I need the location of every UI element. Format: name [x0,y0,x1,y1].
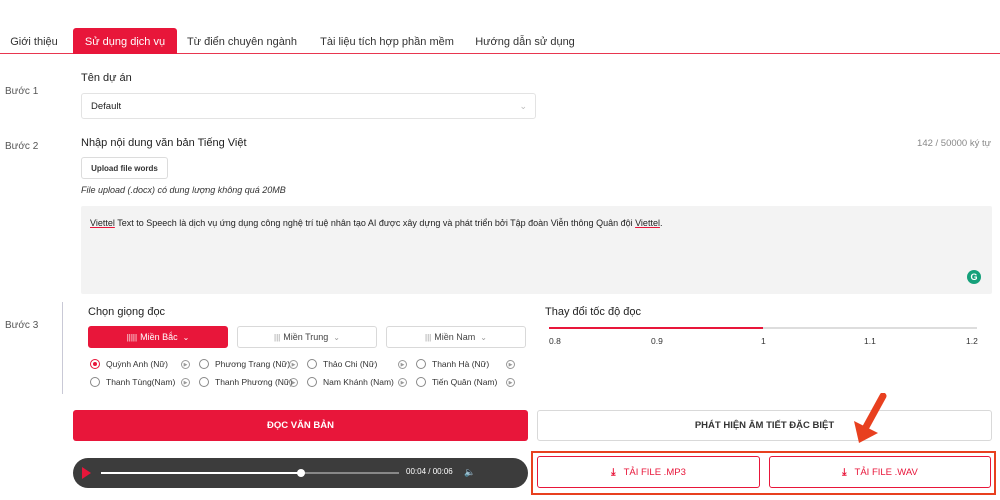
voice-name: Thanh Tùng(Nam) [106,377,176,387]
download-icon: ⤓ [842,467,847,478]
speed-tick: 1.2 [966,336,978,346]
voice-name: Quỳnh Anh (Nữ) [106,359,168,369]
content-label: Nhập nội dung văn bản Tiếng Việt [81,137,247,149]
voice-name: Thanh Hà (Nữ) [432,359,490,369]
radio-button[interactable] [307,359,317,369]
volume-icon[interactable]: 🔈 [464,467,475,478]
tab-tu-dien-chuyen-nganh[interactable]: Từ điển chuyên ngành [182,28,302,54]
play-sample-icon[interactable]: ▶ [398,360,407,369]
speed-tick: 0.8 [549,336,561,346]
text-word-viettel-1: Viettel [90,218,115,228]
step-divider [62,302,63,394]
upload-file-button[interactable]: Upload file words [81,157,168,179]
play-sample-icon[interactable]: ▶ [289,378,298,387]
grammarly-icon[interactable]: G [967,270,981,284]
voice-name: Nam Khánh (Nam) [323,377,394,387]
step-2-label: Bước 2 [5,141,39,152]
tab-tai-lieu-tich-hop[interactable]: Tài liệu tích hợp phần mềm [313,28,461,54]
voice-name: Thanh Phương (Nữ) [215,377,293,387]
step-3-label: Bước 3 [5,320,39,331]
radio-button[interactable] [416,359,426,369]
voice-label: Chọn giọng đọc [88,306,166,318]
sound-wave-icon: ||| [274,333,281,342]
radio-button[interactable] [90,359,100,369]
download-mp3-button[interactable]: ⤓ TẢI FILE .MP3 [537,456,760,488]
play-sample-icon[interactable]: ▶ [506,360,515,369]
radio-button[interactable] [90,377,100,387]
download-wav-label: TẢI FILE .WAV [854,467,918,478]
project-name-label: Tên dự án [81,72,132,84]
radio-button[interactable] [199,359,209,369]
region-mien-trung-button[interactable]: ||| Miền Trung ⌄ [237,326,377,348]
play-sample-icon[interactable]: ▶ [289,360,298,369]
radio-button[interactable] [199,377,209,387]
text-end: . [659,218,663,228]
annotation-arrow-icon [854,393,887,443]
audio-progress-knob[interactable] [296,469,305,477]
chevron-down-icon: ⌄ [519,101,527,111]
region-mien-bac-label: Miền Bắc [140,332,178,342]
play-sample-icon[interactable]: ▶ [506,378,515,387]
play-sample-icon[interactable]: ▶ [181,378,190,387]
main-nav-tabs: Giới thiệu Sử dụng dịch vụ Từ điển chuyê… [0,28,1000,54]
speed-label: Thay đổi tốc độ đọc [545,306,642,318]
step-1-label: Bước 1 [5,86,39,97]
radio-button[interactable] [416,377,426,387]
current-time: 00:04 [406,467,427,476]
tab-huong-dan-su-dung[interactable]: Hướng dẫn sử dụng [470,28,580,54]
region-mien-nam-label: Miền Nam [434,332,476,342]
duration: 00:06 [432,467,453,476]
speed-slider-fill [549,327,763,329]
audio-time: 00:04 / 00:06 [406,467,453,476]
upload-note: File upload (.docx) có dung lượng không … [81,185,286,195]
sound-wave-icon: ||||| [126,333,138,342]
download-wav-button[interactable]: ⤓ TẢI FILE .WAV [769,456,991,488]
download-icon: ⤓ [611,467,616,478]
chevron-down-icon: ⌄ [480,333,487,342]
speed-tick: 0.9 [651,336,663,346]
region-mien-nam-button[interactable]: ||| Miền Nam ⌄ [386,326,526,348]
character-counter: 142 / 50000 ký tự [917,138,991,149]
sound-wave-icon: ||| [425,333,432,342]
speed-tick: 1.1 [864,336,876,346]
speed-slider[interactable] [549,327,977,329]
text-body: Text to Speech là dịch vụ ứng dụng công … [114,218,636,228]
voice-name: Tiến Quân (Nam) [432,377,498,387]
play-sample-icon[interactable]: ▶ [398,378,407,387]
text-word-viettel-2: Viettel [635,218,660,228]
play-icon[interactable] [82,467,91,479]
play-sample-icon[interactable]: ▶ [181,360,190,369]
speed-tick: 1 [761,336,766,346]
read-text-button[interactable]: ĐỌC VĂN BẢN [73,410,528,441]
region-mien-bac-button[interactable]: ||||| Miền Bắc ⌄ [88,326,228,348]
chevron-down-icon: ⌄ [182,333,190,342]
project-select-value: Default [91,101,122,112]
download-mp3-label: TẢI FILE .MP3 [623,467,686,478]
audio-player: 00:04 / 00:06 🔈 [73,458,528,488]
audio-progress-bar[interactable] [101,472,399,474]
project-select[interactable]: Default ⌄ [81,93,536,119]
detect-syllables-button[interactable]: PHÁT HIỆN ÂM TIẾT ĐẶC BIỆT [537,410,992,441]
chevron-down-icon: ⌄ [333,333,340,342]
tab-gioi-thieu[interactable]: Giới thiệu [0,28,68,54]
audio-progress-fill [101,472,301,474]
voice-name: Phương Trang (Nữ) [215,359,291,369]
voice-name: Thảo Chi (Nữ) [323,359,378,369]
tab-su-dung-dich-vu[interactable]: Sử dụng dịch vụ [73,28,177,54]
region-mien-trung-label: Miền Trung [283,332,329,342]
text-input-area[interactable]: Viettel Text to Speech là dịch vụ ứng dụ… [81,206,992,294]
radio-button[interactable] [307,377,317,387]
time-separator: / [428,467,431,476]
